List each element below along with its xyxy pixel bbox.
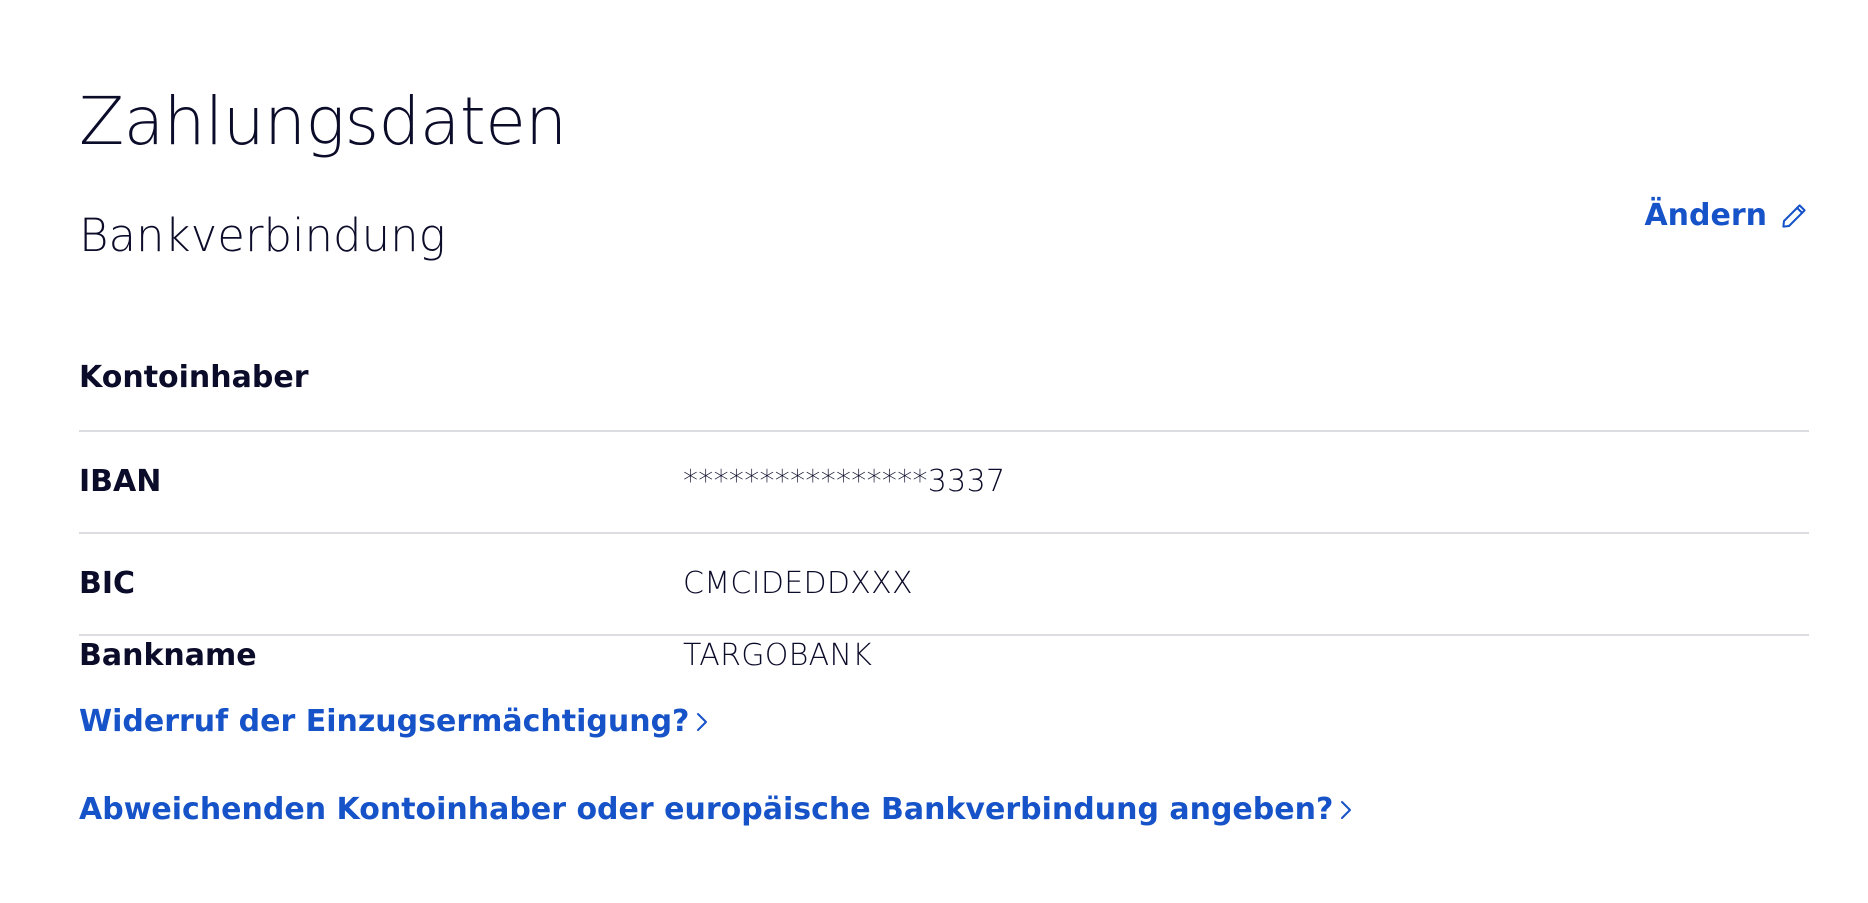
table-row-account-holder: Kontoinhaber: [79, 330, 1809, 432]
bank-details-table: Kontoinhaber IBAN ****************3337 B…: [79, 330, 1809, 706]
iban-value: ****************3337: [683, 464, 1006, 499]
other-account-holder-link[interactable]: Abweichenden Kontoinhaber oder europäisc…: [79, 790, 1355, 830]
table-row-bank-name: Bankname TARGOBANK: [79, 636, 1809, 706]
bic-value: CMCIDEDDXXX: [683, 566, 913, 601]
edit-button-label: Ändern: [1644, 198, 1767, 233]
chevron-right-icon: [1337, 796, 1355, 824]
revoke-link-label: Widerruf der Einzugsermächtigung?: [79, 704, 690, 739]
bank-name-label: Bankname: [79, 638, 257, 673]
section-title-bank-connection: Bankverbindung: [79, 209, 446, 262]
revoke-direct-debit-link[interactable]: Widerruf der Einzugsermächtigung?: [79, 702, 711, 742]
bank-name-value: TARGOBANK: [683, 638, 873, 673]
edit-bank-connection-button[interactable]: Ändern: [1644, 196, 1809, 236]
bic-label: BIC: [79, 566, 136, 601]
pencil-icon: [1779, 201, 1809, 231]
chevron-right-icon: [693, 708, 711, 736]
table-row-bic: BIC CMCIDEDDXXX: [79, 534, 1809, 636]
table-row-iban: IBAN ****************3337: [79, 432, 1809, 534]
other-account-link-label: Abweichenden Kontoinhaber oder europäisc…: [79, 792, 1334, 827]
iban-label: IBAN: [79, 464, 162, 499]
page-title: Zahlungsdaten: [79, 83, 567, 160]
account-holder-label: Kontoinhaber: [79, 360, 309, 395]
